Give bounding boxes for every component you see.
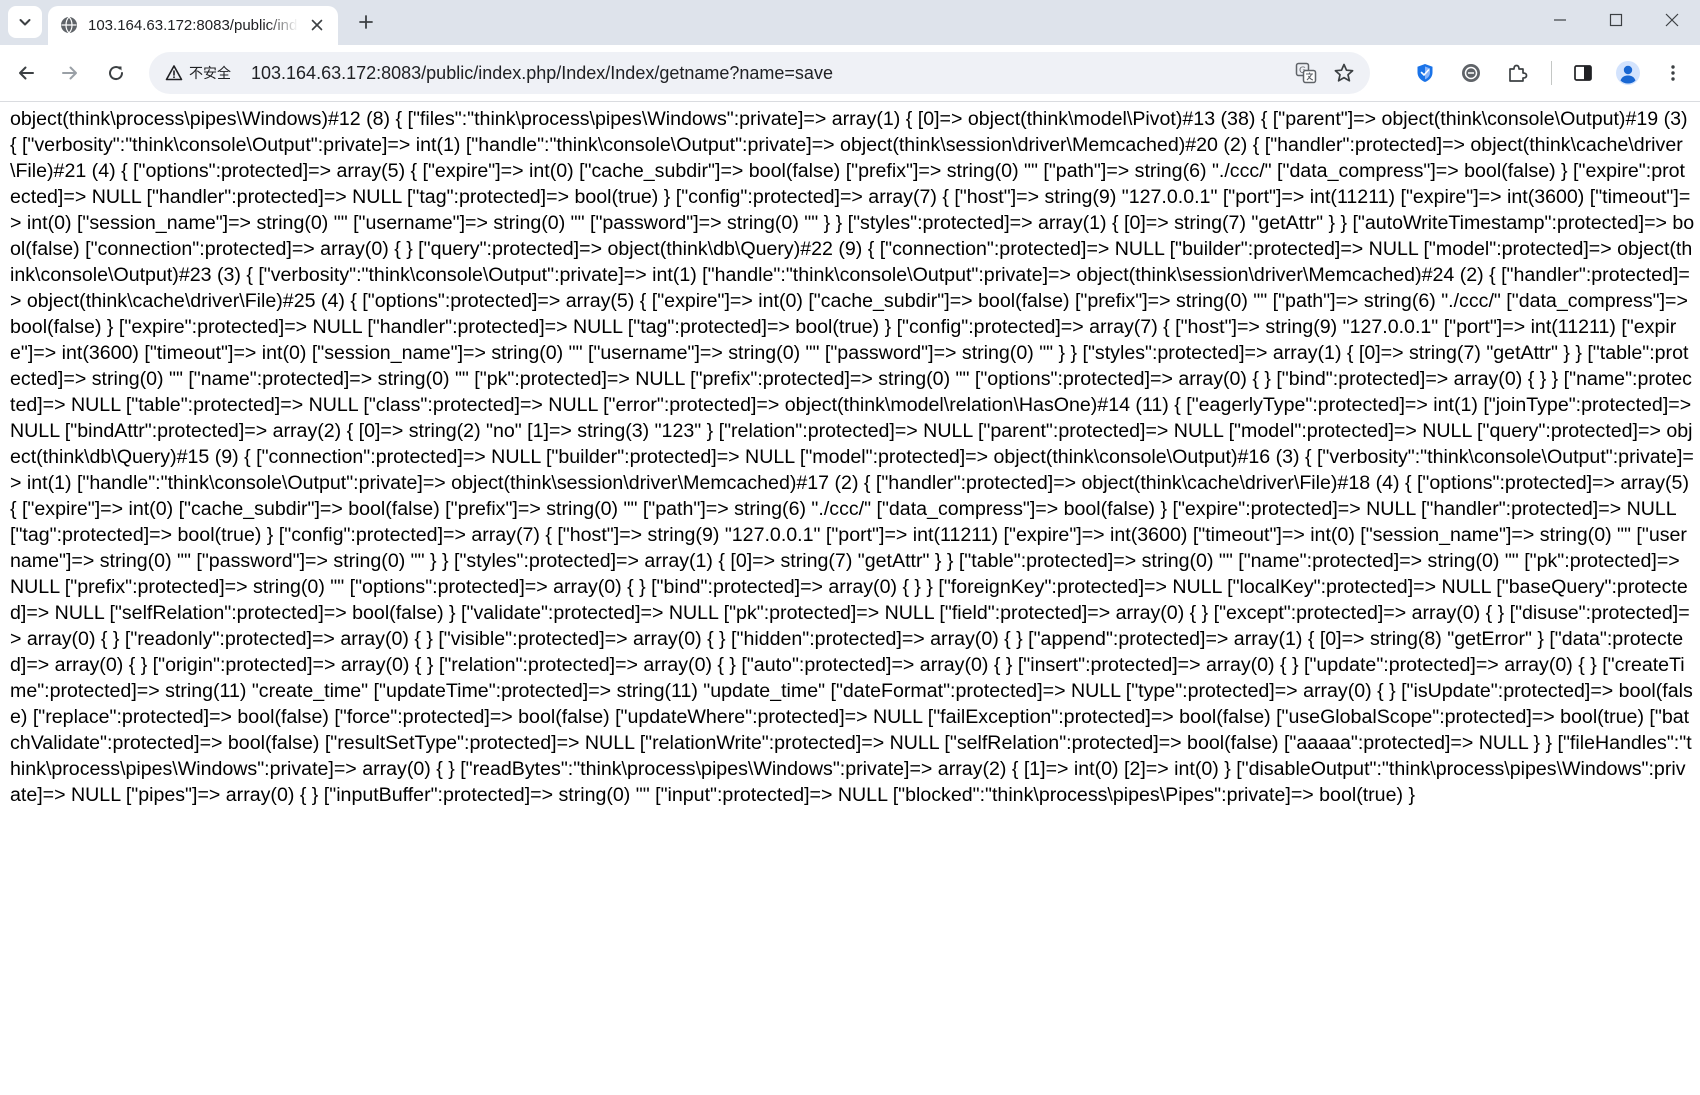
- url-text[interactable]: 103.164.63.172:8083/public/index.php/Ind…: [251, 63, 833, 84]
- toolbar-divider: [1551, 61, 1552, 85]
- browser-menu-button[interactable]: [1655, 55, 1691, 91]
- bookmark-button[interactable]: [1329, 58, 1359, 88]
- side-panel-button[interactable]: [1565, 55, 1601, 91]
- not-secure-label: 不安全: [189, 65, 231, 81]
- plus-icon: [359, 15, 373, 29]
- new-tab-button[interactable]: [352, 8, 380, 36]
- tab-title: 103.164.63.172:8083/public/index.php/Ind…: [88, 17, 298, 34]
- shield-extension-button[interactable]: [1407, 55, 1443, 91]
- minimize-button[interactable]: [1532, 0, 1588, 40]
- chevron-down-icon: [19, 19, 31, 26]
- address-bar[interactable]: 不安全 103.164.63.172:8083/public/index.php…: [149, 52, 1370, 94]
- minimize-icon: [1554, 19, 1566, 21]
- translate-icon: G: [1295, 62, 1317, 84]
- warning-triangle-icon: [165, 65, 183, 81]
- close-window-icon: [1665, 13, 1679, 27]
- forward-arrow-icon: [62, 66, 77, 80]
- profile-icon: [1616, 61, 1640, 85]
- extensions-menu-button[interactable]: [1499, 55, 1535, 91]
- shield-icon: [1417, 64, 1433, 82]
- tab-strip: 103.164.63.172:8083/public/index.php/Ind…: [0, 0, 1700, 45]
- close-window-button[interactable]: [1644, 0, 1700, 40]
- reload-icon: [109, 66, 124, 81]
- extension-circle-icon: [1462, 64, 1480, 82]
- more-vert-icon: [1671, 65, 1675, 81]
- maximize-icon: [1609, 13, 1623, 27]
- tab-search-button[interactable]: [8, 6, 42, 38]
- var-dump-output: object(think\process\pipes\Windows)#12 (…: [10, 108, 1697, 806]
- maximize-button[interactable]: [1588, 0, 1644, 40]
- puzzle-icon: [1509, 64, 1528, 82]
- translate-button[interactable]: G: [1291, 58, 1321, 88]
- profile-button[interactable]: [1610, 55, 1646, 91]
- extension-button[interactable]: [1453, 55, 1489, 91]
- star-icon: [1334, 63, 1354, 82]
- close-icon: [311, 19, 323, 31]
- browser-toolbar: 不安全 103.164.63.172:8083/public/index.php…: [0, 45, 1700, 102]
- side-panel-icon: [1574, 65, 1592, 81]
- security-chip[interactable]: 不安全: [157, 58, 241, 88]
- forward-button[interactable]: [52, 55, 88, 91]
- back-arrow-icon: [19, 66, 34, 80]
- globe-icon: [61, 16, 77, 34]
- tab-close-button[interactable]: [306, 14, 328, 36]
- active-tab[interactable]: 103.164.63.172:8083/public/index.php/Ind…: [48, 6, 338, 45]
- back-button[interactable]: [8, 55, 44, 91]
- reload-button[interactable]: [98, 55, 134, 91]
